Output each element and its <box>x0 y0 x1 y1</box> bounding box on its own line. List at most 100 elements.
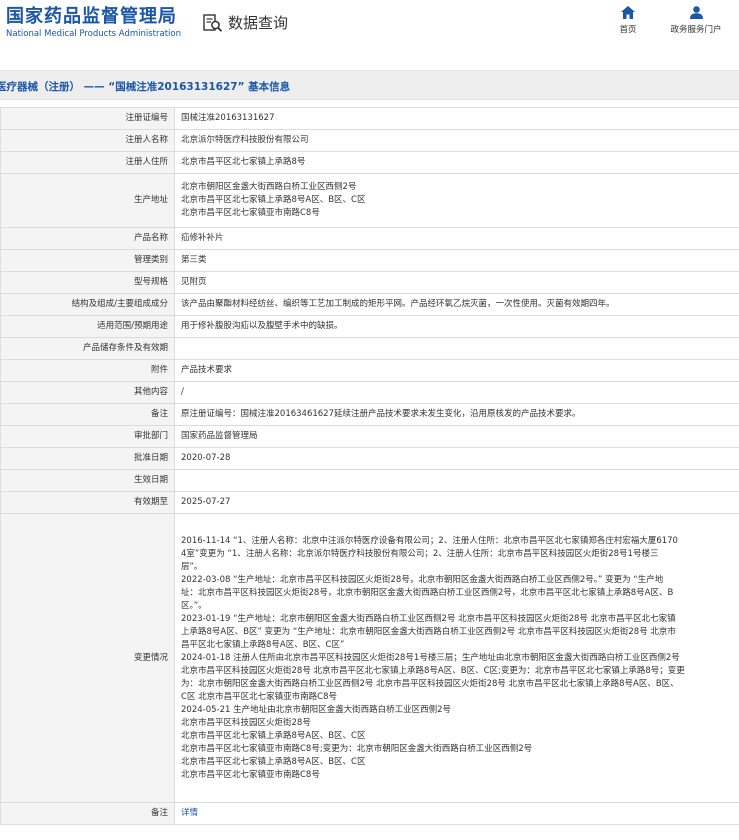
row-label: 适用范围/预期用途 <box>0 315 175 338</box>
value-line: C区 北京市昌平区北七家镇亚市南路C8号 <box>181 691 337 702</box>
row-value: 疝修补补片 <box>174 227 739 250</box>
row-value: 第三类 <box>174 249 739 272</box>
row-value: 北京市昌平区北七家镇上承路8号 <box>174 151 739 174</box>
nav-home-label: 首页 <box>619 25 637 35</box>
row-label: 有效期至 <box>0 491 175 514</box>
table-row: 附件 产品技术要求 <box>0 359 739 382</box>
home-icon <box>621 6 635 19</box>
value-line: 原注册证编号：国械注准20163461627延续注册产品技术要求未发生变化，沿用… <box>181 409 581 419</box>
value-line: 2016-11-14 “1、注册人名称：北京中注派尔特医疗设备有限公司；2、注册… <box>181 535 678 546</box>
logo-english-name: National Medical Products Administration <box>6 29 181 39</box>
row-value: 北京派尔特医疗科技股份有限公司 <box>174 129 739 152</box>
value-line: 北京派尔特医疗科技股份有限公司 <box>181 135 309 145</box>
table-row: 备注 详情 <box>0 802 739 825</box>
row-value: 国械注准20163131627 <box>174 107 739 130</box>
data-query-title: 数据查询 <box>228 14 289 32</box>
row-label: 注册证编号 <box>0 107 175 130</box>
row-value: 用于修补腹股沟疝以及腹壁手术中的缺损。 <box>174 315 739 338</box>
value-line: 层”。 <box>181 561 203 572</box>
value-line: 4室”变更为 “1、注册人名称：北京派尔特医疗科技股份有限公司；2、注册人住所：… <box>181 548 659 559</box>
table-row: 产品名称 疝修补补片 <box>0 227 739 250</box>
row-value <box>174 469 739 492</box>
value-line: 2025-07-27 <box>181 497 231 507</box>
row-value: 2020-07-28 <box>174 447 739 470</box>
details-link[interactable]: 详情 <box>181 807 733 820</box>
row-label: 备注 <box>0 403 175 426</box>
row-value: / <box>174 381 739 404</box>
data-query-icon <box>203 13 223 33</box>
value-line: 北京市昌平区科技园区火炬街28号 北京市昌平区北七家镇上承路8号A区、B区、C区… <box>181 665 685 676</box>
value-line: 2024-01-18 注册人住所由北京市昌平区科技园区火炬街28号1号楼三层；生… <box>181 652 680 663</box>
data-query-section: 数据查询 <box>203 12 288 33</box>
table-row: 管理类别 第三类 <box>0 249 739 272</box>
row-value: 详情 <box>174 802 739 825</box>
value-line: 见附页 <box>181 277 207 287</box>
row-label: 型号规格 <box>0 271 175 294</box>
nav-service-portal[interactable]: 政务服务门户 <box>665 6 727 35</box>
row-label: 批准日期 <box>0 447 175 470</box>
value-line: 2023-01-19 “生产地址：北京市朝阳区金盏大街西路白桥工业区西侧2号 北… <box>181 613 676 624</box>
row-label: 注册人名称 <box>0 129 175 152</box>
row-label: 产品名称 <box>0 227 175 250</box>
site-header: 国家药品监督管理局 National Medical Products Admi… <box>0 0 739 58</box>
row-value: 原注册证编号：国械注准20163461627延续注册产品技术要求未发生变化，沿用… <box>174 403 739 426</box>
nav-home[interactable]: 首页 <box>613 6 643 35</box>
value-line: 北京市昌平区北七家镇上承路8号 <box>181 157 306 167</box>
value-line: 2024-05-21 生产地址由北京市朝阳区金盏大街西路白桥工业区西侧2号 <box>181 704 452 715</box>
row-label: 注册人住所 <box>0 151 175 174</box>
value-line: 疝修补补片 <box>181 233 224 243</box>
value-line: 区。”。 <box>181 600 207 611</box>
table-row: 结构及组成/主要组成成分 该产品由聚酯材料经纺丝、编织等工艺加工制成的矩形平网。产… <box>0 293 739 316</box>
value-line: 上承路8号A区、B区” 变更为 “生产地址：北京市朝阳区金盏大街西路白桥工业区西… <box>181 626 676 637</box>
value-line: 国家药品监督管理局 <box>181 431 258 441</box>
value-line: 北京市昌平区北七家镇亚市南路C8号;变更为：北京市朝阳区金盏大街西路白桥工业区西… <box>181 743 533 754</box>
table-row: 有效期至 2025-07-27 <box>0 491 739 514</box>
table-row: 型号规格 见附页 <box>0 271 739 294</box>
table-row: 生效日期 <box>0 469 739 492</box>
value-line: 第三类 <box>181 255 207 265</box>
row-label: 生效日期 <box>0 469 175 492</box>
table-row: 变更情况 2016-11-14 “1、注册人名称：北京中注派尔特医疗设备有限公司；… <box>0 513 739 803</box>
value-line: 国械注准20163131627 <box>181 113 275 123</box>
row-value: 2025-07-27 <box>174 491 739 514</box>
value-line: 北京市昌平区北七家镇上承路8号A区、B区、C区 <box>181 730 366 741</box>
nav-service-portal-label: 政务服务门户 <box>670 25 722 35</box>
value-line: 北京市昌平区科技园区火炬街28号 <box>181 717 311 728</box>
value-line: 2020-07-28 <box>181 453 231 463</box>
user-icon <box>689 6 703 19</box>
value-line: 产品技术要求 <box>181 365 233 375</box>
table-row: 其他内容 / <box>0 381 739 404</box>
row-label: 备注 <box>0 802 175 825</box>
row-value: 见附页 <box>174 271 739 294</box>
value-line: 该产品由聚酯材料经纺丝、编织等工艺加工制成的矩形平网。产品经环氧乙烷灭菌，一次性… <box>181 299 615 309</box>
value-line: / <box>181 387 184 397</box>
value-line: 昌平区北七家镇上承路8号A区、B区、C区” <box>181 639 345 650</box>
table-row: 注册证编号 国械注准20163131627 <box>0 107 739 130</box>
row-label: 结构及组成/主要组成成分 <box>0 293 175 316</box>
row-value: 产品技术要求 <box>174 359 739 382</box>
row-value: 国家药品监督管理局 <box>174 425 739 448</box>
value-line: 址：北京市昌平区科技园区火炬街28号，北京市朝阳区金盏大街西路白桥工业区西侧2号… <box>181 587 674 598</box>
row-value: 该产品由聚酯材料经纺丝、编织等工艺加工制成的矩形平网。产品经环氧乙烷灭菌，一次性… <box>174 293 739 316</box>
row-label: 管理类别 <box>0 249 175 272</box>
row-value: 北京市朝阳区金盏大街西路白桥工业区西侧2号 北京市昌平区北七家镇上承路8号A区、B… <box>174 173 739 228</box>
value-line: 2022-03-08 “生产地址：北京市昌平区科技园区火炬街28号，北京市朝阳区… <box>181 574 664 585</box>
value-line: 北京市昌平区北七家镇亚市南路C8号 <box>181 208 320 218</box>
value-line: 北京市朝阳区金盏大街西路白桥工业区西侧2号 <box>181 182 357 192</box>
row-label: 生产地址 <box>0 173 175 228</box>
table-row: 注册人住所 北京市昌平区北七家镇上承路8号 <box>0 151 739 174</box>
table-row: 适用范围/预期用途 用于修补腹股沟疝以及腹壁手术中的缺损。 <box>0 315 739 338</box>
site-logo[interactable]: 国家药品监督管理局 National Medical Products Admi… <box>6 6 181 40</box>
row-label: 产品储存条件及有效期 <box>0 337 175 360</box>
value-line: 北京市昌平区北七家镇亚市南路C8号 <box>181 769 320 780</box>
row-value: 2016-11-14 “1、注册人名称：北京中注派尔特医疗设备有限公司；2、注册… <box>174 513 739 803</box>
value-line: 为：北京市朝阳区金盏大街西路白桥工业区西侧2号 北京市昌平区科技园区火炬街28号… <box>181 678 679 689</box>
value-line: 北京市昌平区北七家镇上承路8号A区、B区、C区 <box>181 195 366 205</box>
table-row: 审批部门 国家药品监督管理局 <box>0 425 739 448</box>
record-title-bar: 医疗器械（注册） —— “国械注准20163131627” 基本信息 <box>0 70 739 100</box>
row-label: 其他内容 <box>0 381 175 404</box>
value-line: 用于修补腹股沟疝以及腹壁手术中的缺损。 <box>181 321 343 331</box>
table-row: 产品储存条件及有效期 <box>0 337 739 360</box>
logo-chinese-name: 国家药品监督管理局 <box>6 6 177 27</box>
table-row: 生产地址 北京市朝阳区金盏大街西路白桥工业区西侧2号 北京市昌平区北七家镇上承路8号… <box>0 173 739 228</box>
